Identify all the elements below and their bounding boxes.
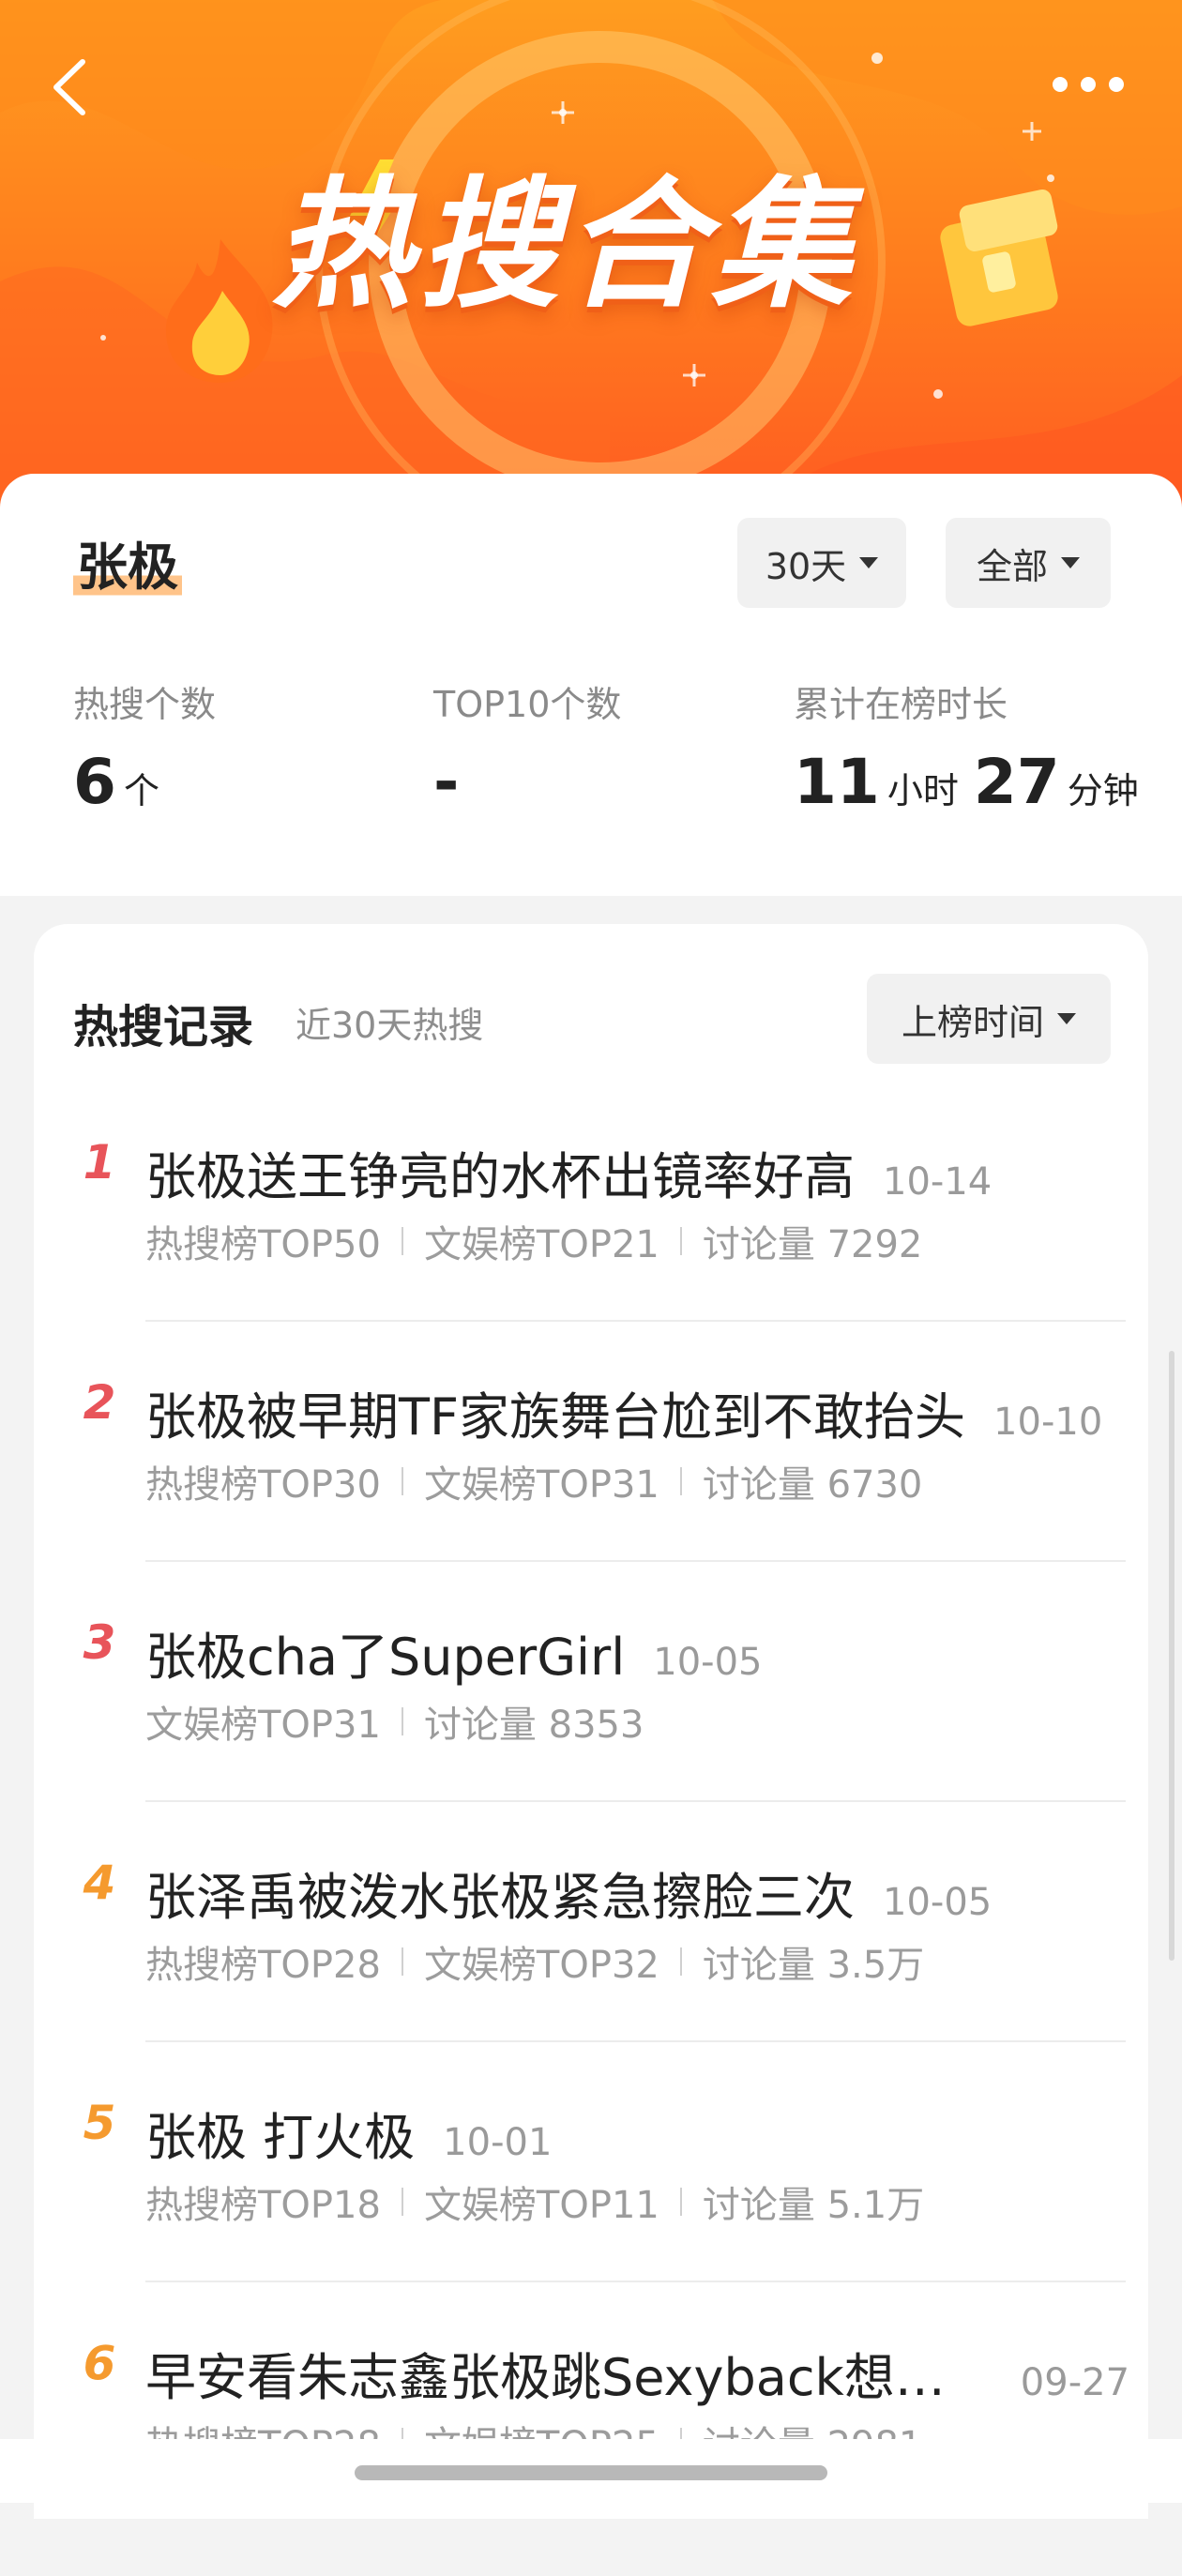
meta-ent-rank: 文娱榜TOP21: [423, 1223, 659, 1266]
period-filter-label: 30天: [765, 545, 847, 587]
item-title: 张极 打火极: [145, 2108, 416, 2167]
chevron-left-icon: [53, 59, 85, 115]
hot-count-number: 6: [73, 746, 116, 818]
duration-hours-unit: 小时: [886, 770, 959, 811]
meta-discussion: 讨论量 6730: [702, 1463, 923, 1507]
rank-number: 5: [83, 2096, 116, 2150]
list-item[interactable]: 4 张泽禹被泼水张极紧急擦脸三次 10-05 热搜榜TOP28 文娱榜TOP32…: [0, 1856, 1182, 2096]
caret-down-icon: [1057, 1013, 1076, 1024]
records-title: 热搜记录: [73, 1001, 254, 1053]
item-divider: [145, 2040, 1126, 2042]
meta-discussion: 讨论量 5.1万: [702, 2184, 925, 2227]
duration-minutes-unit: 分钟: [1067, 770, 1139, 811]
top10-count-number: -: [433, 746, 460, 818]
item-date: 10-10: [993, 1401, 1103, 1444]
meta-hot-rank: 热搜榜TOP18: [145, 2184, 381, 2227]
item-title-line: 张极cha了SuperGirl 10-05: [145, 1615, 763, 1690]
item-title: 张极被早期TF家族舞台尬到不敢抬头: [145, 1387, 966, 1447]
duration-minutes: 27: [973, 746, 1060, 818]
divider: [401, 1947, 403, 1976]
item-title-line: 张极 打火极 10-01: [145, 2096, 552, 2170]
divider: [401, 2188, 403, 2216]
item-divider: [145, 1800, 1126, 1802]
more-dot: [1109, 77, 1124, 92]
rank-number: 2: [83, 1375, 116, 1430]
records-subtitle: 近30天热搜: [296, 1005, 484, 1046]
divider: [401, 1707, 403, 1735]
divider: [679, 1947, 682, 1976]
period-filter[interactable]: 30天: [737, 518, 906, 608]
item-date: 10-05: [653, 1641, 763, 1684]
more-dot: [1081, 77, 1096, 92]
item-title-line: 张泽禹被泼水张极紧急擦脸三次 10-05: [145, 1856, 992, 1930]
back-button[interactable]: [38, 45, 103, 129]
meta-ent-rank: 文娱榜TOP11: [423, 2184, 659, 2227]
sort-button[interactable]: 上榜时间: [867, 974, 1111, 1064]
gift-box-icon: [940, 189, 1058, 326]
divider: [401, 1227, 403, 1255]
stat-value-hot-count: 6 个: [73, 746, 159, 818]
item-divider: [145, 2281, 1126, 2282]
item-date: 09-27: [1020, 2361, 1130, 2404]
divider: [679, 1467, 682, 1495]
item-date: 10-14: [883, 1160, 993, 1204]
list-item[interactable]: 5 张极 打火极 10-01 热搜榜TOP18 文娱榜TOP11 讨论量 5.1…: [0, 2096, 1182, 2336]
item-meta: 热搜榜TOP28 文娱榜TOP32 讨论量 3.5万: [145, 1934, 924, 1989]
item-date: 10-05: [883, 1881, 993, 1924]
item-title: 张泽禹被泼水张极紧急擦脸三次: [145, 1868, 855, 1927]
topic-name: 张极: [73, 535, 182, 600]
duration-hours: 11: [794, 746, 880, 818]
meta-ent-rank: 文娱榜TOP32: [423, 1944, 659, 1987]
list-item[interactable]: 3 张极cha了SuperGirl 10-05 文娱榜TOP31 讨论量 835…: [0, 1615, 1182, 1856]
meta-discussion: 讨论量 7292: [702, 1223, 923, 1266]
item-title-line: 张极送王铮亮的水杯出镜率好高 10-14: [145, 1135, 992, 1209]
stat-label-duration: 累计在榜时长: [794, 684, 1008, 725]
rank-number: 4: [83, 1856, 116, 1910]
item-title: 早安看朱志鑫张极跳Sexyback想…: [145, 2348, 946, 2407]
rank-number: 3: [83, 1615, 116, 1670]
item-meta: 热搜榜TOP30 文娱榜TOP31 讨论量 6730: [145, 1454, 922, 1508]
item-divider: [145, 1560, 1126, 1562]
category-filter-label: 全部: [976, 545, 1048, 587]
meta-hot-rank: 热搜榜TOP50: [145, 1223, 381, 1266]
stat-value-top10: -: [433, 746, 459, 818]
divider: [679, 2188, 682, 2216]
category-filter[interactable]: 全部: [946, 518, 1111, 608]
item-meta: 热搜榜TOP18 文娱榜TOP11 讨论量 5.1万: [145, 2174, 924, 2229]
meta-discussion: 讨论量 3.5万: [702, 1944, 925, 1987]
item-date: 10-01: [443, 2121, 553, 2164]
rank-number: 6: [83, 2336, 116, 2390]
item-divider: [145, 1320, 1126, 1322]
stat-label-top10: TOP10个数: [433, 684, 622, 725]
divider: [679, 1227, 682, 1255]
item-title-line: 早安看朱志鑫张极跳Sexyback想… 09-27: [145, 2336, 1129, 2410]
list-item[interactable]: 2 张极被早期TF家族舞台尬到不敢抬头 10-10 热搜榜TOP30 文娱榜TO…: [0, 1375, 1182, 1615]
hero-banner: 热搜合集: [0, 0, 1182, 525]
rank-number: 1: [83, 1135, 116, 1190]
stat-value-duration: 11 小时 27 分钟: [794, 746, 1139, 818]
caret-down-icon: [859, 557, 879, 568]
sort-label: 上榜时间: [901, 1001, 1044, 1043]
more-button[interactable]: [1032, 56, 1144, 113]
meta-discussion: 讨论量 8353: [423, 1704, 644, 1747]
hot-count-unit: 个: [123, 770, 159, 811]
caret-down-icon: [1061, 557, 1080, 568]
item-meta: 文娱榜TOP31 讨论量 8353: [145, 1694, 644, 1749]
item-meta: 热搜榜TOP50 文娱榜TOP21 讨论量 7292: [145, 1214, 922, 1268]
meta-hot-rank: 热搜榜TOP30: [145, 1463, 381, 1507]
divider: [401, 1467, 403, 1495]
meta-hot-rank: 热搜榜TOP28: [145, 1944, 381, 1987]
more-dots-icon: [1053, 77, 1068, 92]
page-title: 热搜合集: [272, 164, 858, 327]
item-title-line: 张极被早期TF家族舞台尬到不敢抬头 10-10: [145, 1375, 1102, 1449]
item-title: 张极送王铮亮的水杯出镜率好高: [145, 1147, 855, 1206]
meta-ent-rank: 文娱榜TOP31: [145, 1704, 381, 1747]
scrollbar[interactable]: [1169, 1351, 1174, 1961]
flame-icon: [166, 239, 273, 383]
stat-label-hot-count: 热搜个数: [73, 684, 217, 725]
meta-ent-rank: 文娱榜TOP31: [423, 1463, 659, 1507]
item-title: 张极cha了SuperGirl: [145, 1628, 626, 1687]
home-indicator[interactable]: [355, 2465, 827, 2480]
list-item[interactable]: 1 张极送王铮亮的水杯出镜率好高 10-14 热搜榜TOP50 文娱榜TOP21…: [0, 1135, 1182, 1375]
